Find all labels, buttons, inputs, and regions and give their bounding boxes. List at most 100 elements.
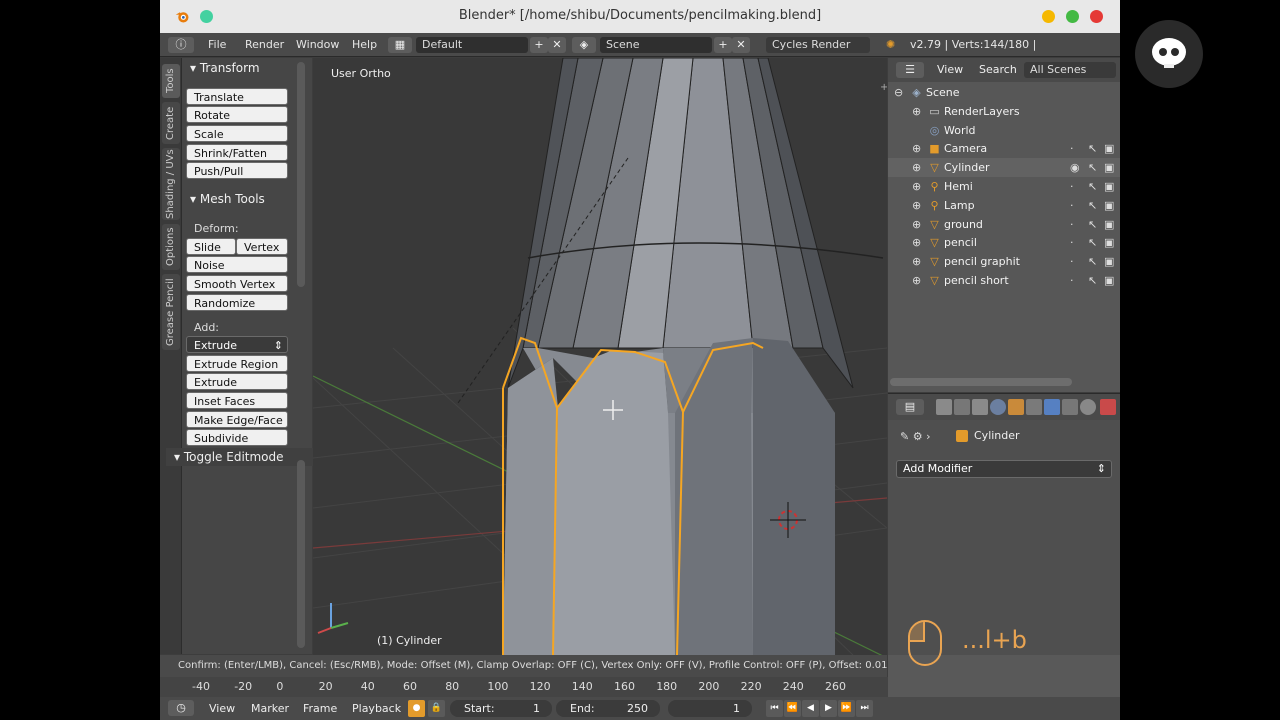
randomize-button[interactable]: Randomize (186, 294, 288, 311)
make-edge-face-button[interactable]: Make Edge/Face (186, 411, 288, 428)
outliner-view-menu[interactable]: View (937, 58, 963, 82)
tab-grease-pencil[interactable]: Grease Pencil (162, 274, 180, 350)
prev-keyframe-icon[interactable]: ⏪ (784, 700, 801, 717)
operator-scrollbar[interactable] (297, 460, 305, 648)
scene-icon[interactable]: ◈ (572, 37, 596, 53)
renderable-camera-icon[interactable]: ▣ (1104, 271, 1114, 290)
screen-layout-icon[interactable]: ▦ (388, 37, 412, 53)
avatar[interactable] (1135, 20, 1203, 88)
inset-faces-button[interactable]: Inset Faces (186, 392, 288, 409)
remove-layout-icon[interactable]: ✕ (548, 37, 566, 53)
add-layout-icon[interactable]: + (530, 37, 548, 53)
outliner-item-scene[interactable]: ⊖ ◈ Scene (888, 83, 1120, 102)
renderable-camera-icon[interactable]: ▣ (1104, 215, 1114, 234)
expand-toggle-icon[interactable]: ⊕ (912, 139, 921, 158)
scale-button[interactable]: Scale (186, 125, 288, 142)
rotate-button[interactable]: Rotate (186, 106, 288, 123)
push-pull-button[interactable]: Push/Pull (186, 162, 288, 179)
timeline-ruler[interactable]: -40 -20 0 20 40 60 80 100 120 140 160 180 200 220 240 2… (160, 677, 888, 697)
renderable-camera-icon[interactable]: ▣ (1104, 139, 1114, 158)
visibility-eye-icon[interactable]: · (1070, 215, 1074, 234)
outliner-scrollbar[interactable] (890, 378, 1072, 386)
play-icon[interactable]: ▶ (820, 700, 837, 717)
slide-edge-button[interactable]: Slide Ed (186, 238, 236, 271)
outliner-item-ground[interactable]: ⊕ ▽ ground · ↖ ▣ (888, 215, 1120, 234)
outliner-item-cylinder[interactable]: ⊕ ▽ Cylinder ◉ ↖ ▣ (888, 158, 1120, 178)
expand-toggle-icon[interactable]: ⊕ (912, 102, 921, 121)
tab-shading-uvs[interactable]: Shading / UVs (162, 148, 180, 220)
renderable-camera-icon[interactable]: ▣ (1104, 252, 1114, 271)
remove-scene-icon[interactable]: ✕ (732, 37, 750, 53)
properties-editor-icon[interactable]: ▤ (896, 399, 924, 415)
expand-toggle-icon[interactable]: ⊕ (912, 196, 921, 215)
lock-icon[interactable]: 🔒 (428, 700, 445, 717)
jump-end-icon[interactable]: ⏭ (856, 700, 873, 717)
selectable-arrow-icon[interactable]: ↖ (1088, 252, 1097, 271)
extrude-select[interactable]: Extrude ⇕ (186, 336, 288, 353)
expand-toggle-icon[interactable]: ⊕ (912, 252, 921, 271)
current-frame-field[interactable]: 1 (668, 700, 752, 717)
expand-toggle-icon[interactable]: ⊖ (894, 83, 903, 102)
record-icon[interactable]: ● (408, 700, 425, 717)
translate-button[interactable]: Translate (186, 88, 288, 105)
expand-toggle-icon[interactable]: ⊕ (912, 158, 921, 177)
selectable-arrow-icon[interactable]: ↖ (1088, 215, 1097, 234)
expand-toggle-icon[interactable]: ⊕ (912, 215, 921, 234)
extrude-individual-button[interactable]: Extrude Individual (186, 373, 288, 406)
render-engine-select[interactable]: Cycles Render (766, 37, 870, 53)
menu-window[interactable]: Window (296, 33, 339, 57)
outliner-editor-icon[interactable]: ☰ (896, 62, 924, 78)
add-scene-icon[interactable]: + (714, 37, 732, 53)
screen-layout-field[interactable]: Default (416, 37, 528, 53)
visibility-eye-icon[interactable]: · (1070, 271, 1074, 290)
renderable-camera-icon[interactable]: ▣ (1104, 177, 1114, 196)
selectable-arrow-icon[interactable]: ↖ (1088, 271, 1097, 290)
play-reverse-icon[interactable]: ◀ (802, 700, 819, 717)
texture-tab-icon[interactable] (1100, 399, 1116, 415)
scene-field[interactable]: Scene (600, 37, 712, 53)
subdivide-button[interactable]: Subdivide (186, 429, 288, 446)
timeline-view-menu[interactable]: View (209, 701, 235, 716)
selectable-arrow-icon[interactable]: ↖ (1088, 196, 1097, 215)
outliner-item-pencil-short[interactable]: ⊕ ▽ pencil short · ↖ ▣ (888, 271, 1120, 290)
menu-help[interactable]: Help (352, 33, 377, 57)
timeline-editor-icon[interactable]: ◷ (168, 700, 194, 716)
renderable-camera-icon[interactable]: ▣ (1104, 196, 1114, 215)
selectable-arrow-icon[interactable]: ↖ (1088, 177, 1097, 196)
expand-toggle-icon[interactable]: ⊕ (912, 177, 921, 196)
vertex-slide-button[interactable]: Vertex (236, 238, 288, 255)
smooth-vertex-button[interactable]: Smooth Vertex (186, 275, 288, 292)
selectable-arrow-icon[interactable]: ↖ (1088, 158, 1097, 177)
outliner-item-lamp[interactable]: ⊕ ⚲ Lamp · ↖ ▣ (888, 196, 1120, 215)
visibility-eye-icon[interactable]: · (1070, 196, 1074, 215)
render-layers-tab-icon[interactable] (954, 399, 970, 415)
timeline-marker-menu[interactable]: Marker (251, 701, 289, 716)
constraints-tab-icon[interactable] (1026, 399, 1042, 415)
noise-button[interactable]: Noise (186, 256, 288, 273)
timeline-frame-menu[interactable]: Frame (303, 701, 337, 716)
menu-file[interactable]: File (208, 33, 226, 57)
outliner-filter-select[interactable]: All Scenes (1024, 62, 1116, 78)
visibility-eye-icon[interactable]: ◉ (1070, 158, 1080, 177)
outliner-item-camera[interactable]: ⊕ ■ Camera · ↖ ▣ (888, 139, 1120, 158)
shelf-scrollbar[interactable] (297, 62, 305, 287)
outliner-item-pencil[interactable]: ⊕ ▽ pencil · ↖ ▣ (888, 233, 1120, 252)
tab-create[interactable]: Create (162, 102, 180, 144)
material-tab-icon[interactable] (1080, 399, 1096, 415)
modifiers-tab-icon[interactable] (1044, 399, 1060, 415)
outliner-item-renderlayers[interactable]: ⊕ ▭ RenderLayers (888, 102, 1120, 121)
selectable-arrow-icon[interactable]: ↖ (1088, 233, 1097, 252)
expand-toggle-icon[interactable]: ⊕ (912, 271, 921, 290)
renderable-camera-icon[interactable]: ▣ (1104, 233, 1114, 252)
end-frame-field[interactable]: End: 250 (556, 700, 660, 717)
next-keyframe-icon[interactable]: ⏩ (838, 700, 855, 717)
jump-start-icon[interactable]: ⏮ (766, 700, 783, 717)
toggle-editmode-panel[interactable]: ▾ Toggle Editmode (166, 448, 314, 466)
3d-viewport[interactable]: + User Ortho (1) Cylinder (313, 58, 887, 655)
selectable-arrow-icon[interactable]: ↖ (1088, 139, 1097, 158)
transform-panel-header[interactable]: ▾ Transform (190, 58, 260, 78)
mesh-tools-panel-header[interactable]: ▾ Mesh Tools (190, 189, 265, 209)
scene-tab-icon[interactable] (972, 399, 988, 415)
tab-options[interactable]: Options (162, 224, 180, 270)
start-frame-field[interactable]: Start: 1 (450, 700, 552, 717)
